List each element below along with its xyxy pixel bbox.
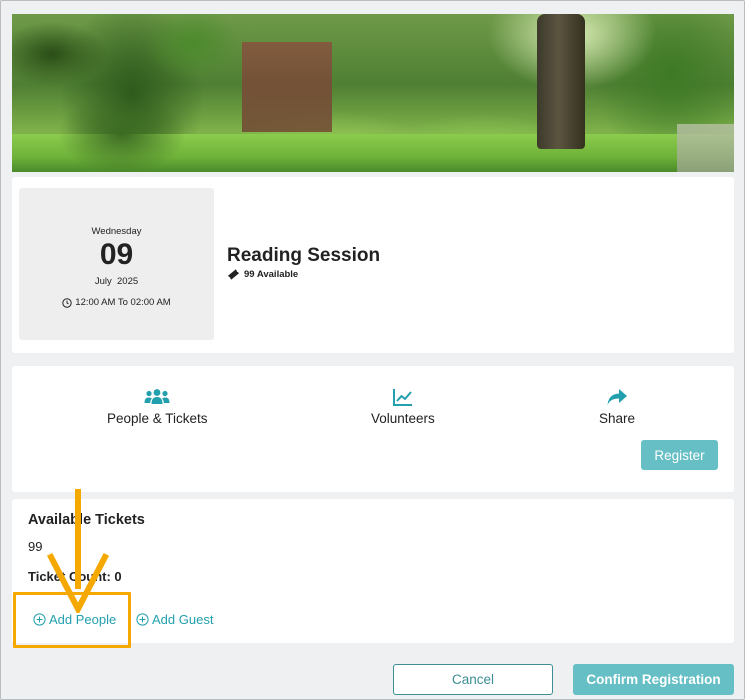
date-box: Wednesday 09 July 2025 12:00 AM To 02:00… <box>19 188 214 340</box>
available-tickets-count: 99 <box>28 539 43 554</box>
clock-icon <box>62 297 72 308</box>
available-tickets-title: Available Tickets <box>28 512 145 528</box>
cancel-button[interactable]: Cancel <box>393 664 553 695</box>
registration-dialog: Wednesday 09 July 2025 12:00 AM To 02:00… <box>0 0 745 700</box>
people-tickets-label: People & Tickets <box>107 411 208 426</box>
event-banner-image <box>12 14 734 172</box>
share-action[interactable]: Share <box>599 386 635 426</box>
volunteers-label: Volunteers <box>371 411 435 426</box>
event-availability: 99 Available <box>227 269 298 280</box>
share-arrow-icon <box>607 389 628 405</box>
event-time-text: 12:00 AM To 02:00 AM <box>75 297 171 308</box>
ticket-count: Ticket Count: 0 <box>28 569 122 584</box>
event-title: Reading Session <box>227 245 381 266</box>
chart-line-icon <box>392 389 412 406</box>
register-button[interactable]: Register <box>641 440 718 470</box>
ticket-icon <box>228 269 239 280</box>
plus-circle-icon <box>136 613 149 626</box>
available-count: 99 Available <box>244 269 299 280</box>
tickets-card: Available Tickets 99 Ticket Count: 0 Add… <box>12 499 734 643</box>
event-card: Wednesday 09 July 2025 12:00 AM To 02:00… <box>12 177 734 353</box>
share-label: Share <box>599 411 636 426</box>
volunteers-action[interactable]: Volunteers <box>371 386 435 426</box>
add-guest-label: Add Guest <box>152 612 214 627</box>
add-people-label: Add People <box>49 612 117 627</box>
add-people-link[interactable]: Add People <box>33 612 116 627</box>
event-time: 12:00 AM To 02:00 AM <box>19 297 214 308</box>
event-weekday: Wednesday <box>91 226 142 237</box>
confirm-registration-button[interactable]: Confirm Registration <box>573 664 734 695</box>
actions-card: People & Tickets Volunteers Share Regist… <box>12 366 734 492</box>
users-icon <box>144 389 170 404</box>
event-month-year: July 2025 <box>94 276 139 287</box>
people-tickets-action[interactable]: People & Tickets <box>107 386 208 426</box>
event-day: 09 <box>99 238 134 271</box>
add-guest-link[interactable]: Add Guest <box>136 612 213 627</box>
plus-circle-icon <box>33 613 46 626</box>
